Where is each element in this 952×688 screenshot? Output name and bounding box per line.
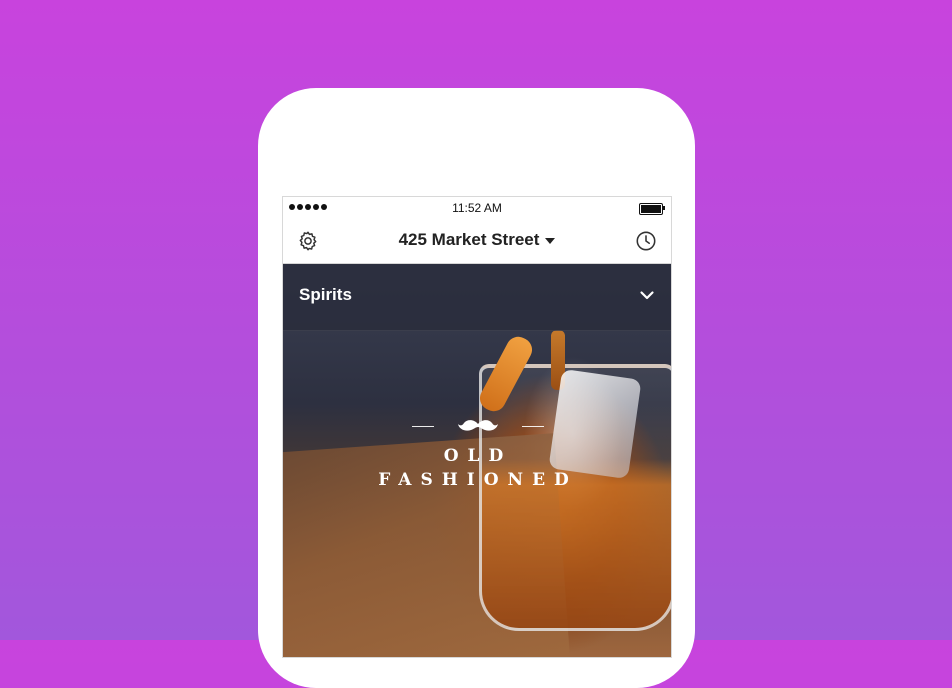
status-time: 11:52 AM [452,201,502,215]
history-button[interactable] [632,227,660,255]
mustache-icon [458,420,498,431]
clock-icon [636,231,656,251]
status-bar: 11:52 AM [283,197,671,219]
location-label: 425 Market Street [398,230,540,249]
logo-divider [522,425,544,427]
caret-down-icon [545,237,556,244]
category-label: Spirits [299,285,352,304]
battery-icon [639,203,665,215]
drink-hero-card[interactable]: Spirits OLD FASHIONED [283,264,671,657]
drink-name-line1: OLD [443,446,513,466]
drink-name-line2: FASHIONED [378,470,578,490]
nav-bar: 425 Market Street [283,219,671,264]
logo-divider [412,425,434,427]
location-selector[interactable]: 425 Market Street [283,230,671,250]
category-dropdown[interactable]: Spirits [283,264,671,331]
chevron-down-icon [640,291,654,300]
drink-logo: OLD FASHIONED [373,414,583,504]
app-screen: 11:52 AM 425 Market Street Spirits OLD F… [282,196,672,658]
